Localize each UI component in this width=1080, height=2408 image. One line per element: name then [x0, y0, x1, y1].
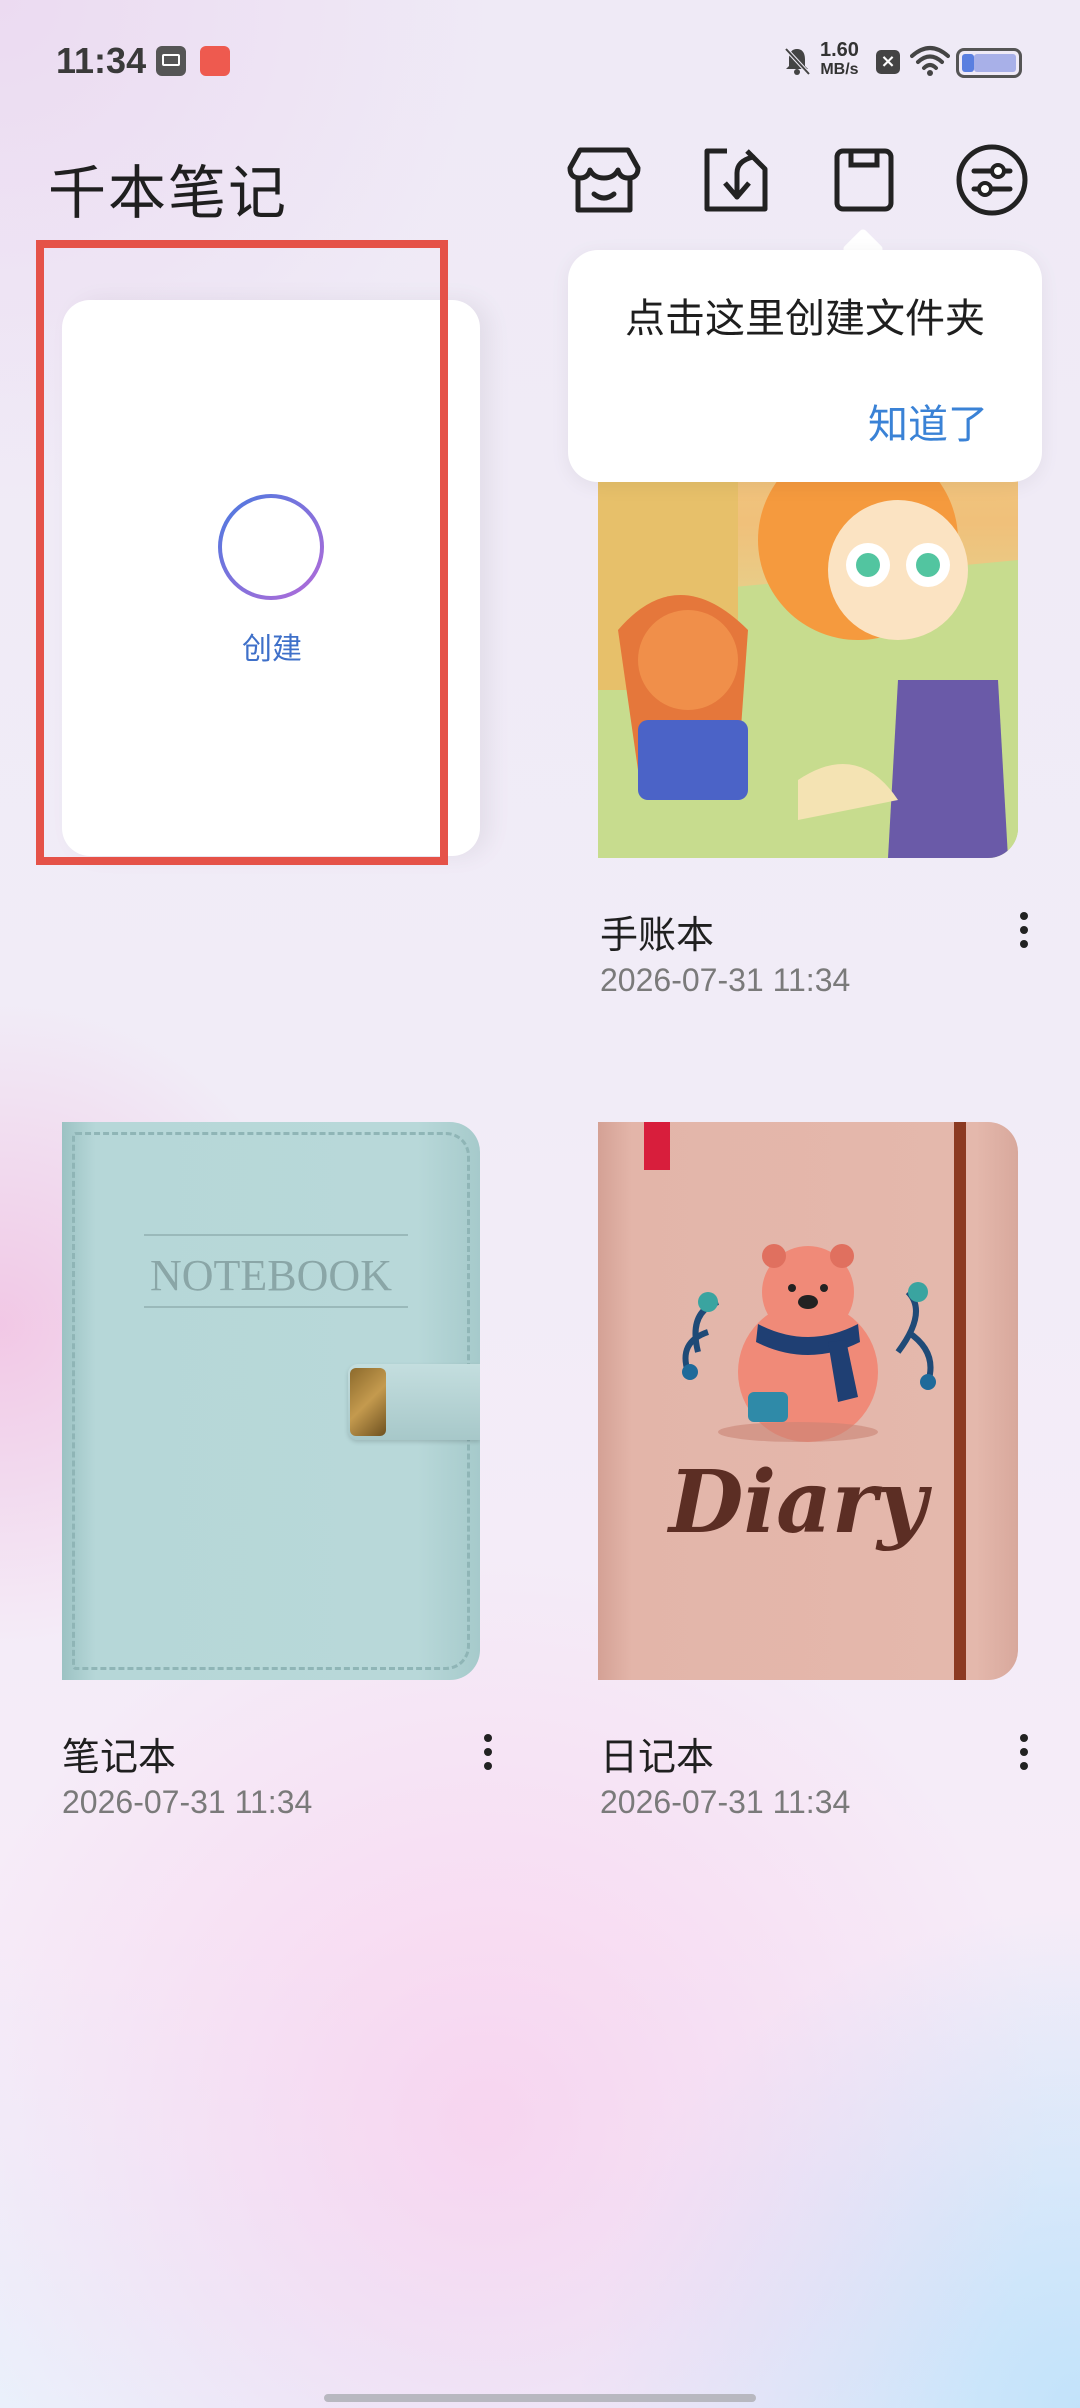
battery-icon [956, 48, 1022, 78]
home-indicator[interactable] [324, 2394, 756, 2402]
import-button[interactable] [696, 140, 776, 220]
highlight-box [36, 240, 448, 865]
network-speed-value: 1.60 [820, 39, 859, 61]
notebook-date: 2026-07-31 11:34 [62, 1784, 313, 1820]
notebook-cover-teal[interactable]: NOTEBOOK [62, 1122, 480, 1680]
notebook-title: 手账本 [600, 913, 715, 957]
shop-button[interactable] [564, 140, 644, 220]
notebook-date: 2026-07-31 11:34 [600, 1784, 851, 1820]
notebook-cover-text: Diary [668, 1452, 928, 1553]
settings-sliders-icon [956, 144, 1028, 216]
elastic-band [954, 1122, 966, 1680]
network-speed-unit: MB/s [820, 61, 859, 78]
notification-app-icon [156, 46, 186, 76]
tooltip-ok-button[interactable]: 知道了 [868, 392, 988, 450]
wifi-icon [910, 46, 950, 76]
notebook-date: 2026-07-31 11:34 [600, 962, 851, 998]
folder-save-button[interactable] [824, 140, 904, 220]
status-time: 11:34 [56, 40, 147, 81]
close-box-icon: × [876, 50, 900, 74]
mute-bell-icon [784, 47, 811, 76]
notification-app-icon-red [200, 46, 230, 76]
shop-icon [567, 147, 641, 213]
more-options-button[interactable] [1004, 1722, 1044, 1782]
network-speed: 1.60 MB/s [820, 40, 859, 80]
settings-button[interactable] [952, 140, 1032, 220]
notebook-cover-diary[interactable]: Diary [598, 1122, 1018, 1680]
bookmark-ribbon [644, 1122, 670, 1170]
notebook-title: 笔记本 [62, 1735, 177, 1779]
tooltip-text: 点击这里创建文件夹 [625, 296, 985, 342]
notebook-title: 日记本 [600, 1735, 715, 1779]
folder-save-icon [834, 148, 894, 212]
import-icon [704, 148, 768, 212]
page-title: 千本笔记 [48, 159, 289, 227]
more-options-button[interactable] [468, 1722, 508, 1782]
more-options-button[interactable] [1004, 900, 1044, 960]
notebook-cover-text: NOTEBOOK [150, 1251, 392, 1300]
